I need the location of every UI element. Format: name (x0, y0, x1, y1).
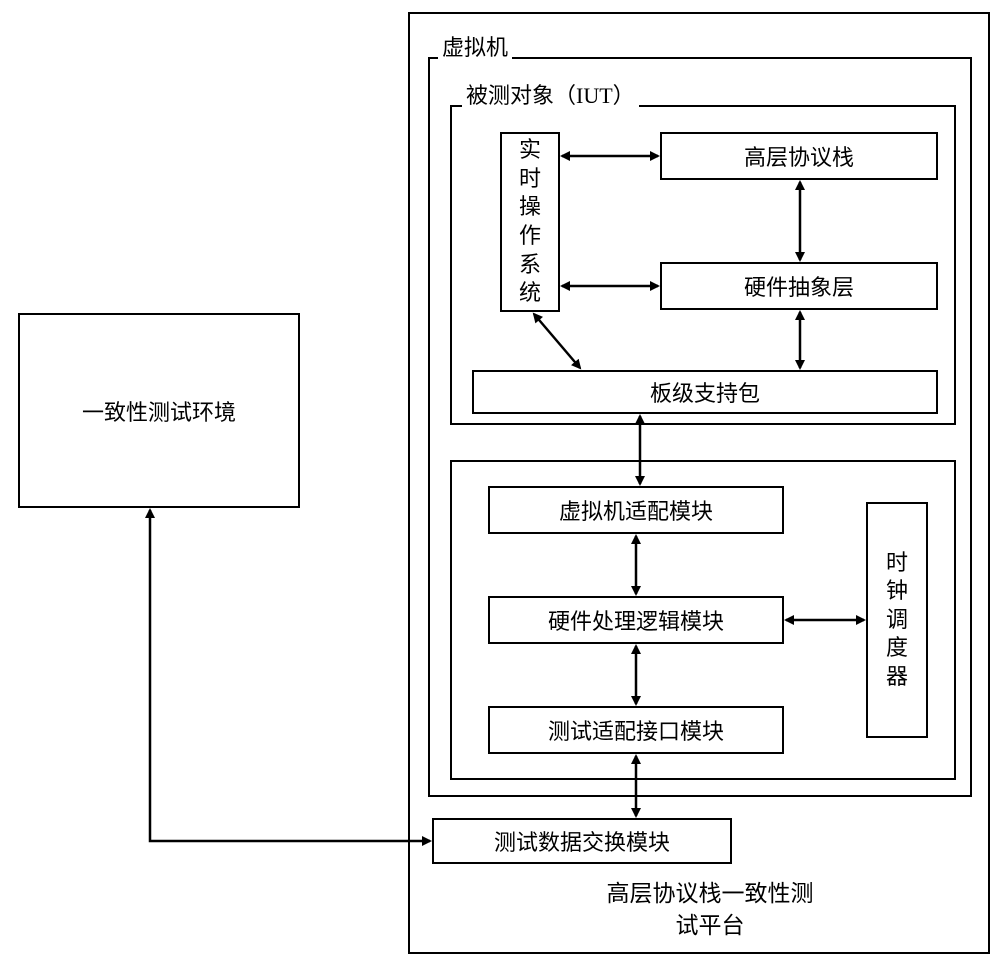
hw-logic-label: 硬件处理逻辑模块 (548, 604, 724, 636)
hal-label: 硬件抽象层 (744, 270, 854, 302)
data-exchange-box: 测试数据交换模块 (432, 818, 732, 864)
rtos-box: 实 时 操 作 系 统 (500, 132, 560, 312)
vm-adapter-label: 虚拟机适配模块 (559, 494, 713, 526)
upper-stack-label: 高层协议栈 (744, 140, 854, 172)
rtos-label: 实 时 操 作 系 统 (519, 136, 541, 308)
upper-stack-box: 高层协议栈 (660, 132, 938, 180)
iut-label: 被测对象（IUT） (462, 78, 639, 110)
clock-box: 时 钟 调 度 器 (866, 502, 928, 738)
conformance-test-env-box: 一致性测试环境 (18, 313, 300, 508)
platform-title: 高层协议栈一致性测 试平台 (560, 878, 860, 942)
test-adapter-box: 测试适配接口模块 (488, 706, 784, 754)
vm-adapter-box: 虚拟机适配模块 (488, 486, 784, 534)
test-adapter-label: 测试适配接口模块 (548, 714, 724, 746)
bsp-label: 板级支持包 (650, 376, 760, 408)
bsp-box: 板级支持包 (472, 370, 938, 414)
hal-box: 硬件抽象层 (660, 262, 938, 310)
data-exchange-label: 测试数据交换模块 (494, 825, 670, 857)
conformance-test-env-label: 一致性测试环境 (82, 395, 236, 427)
vm-label: 虚拟机 (438, 30, 512, 62)
clock-label: 时 钟 调 度 器 (886, 549, 908, 692)
hw-logic-box: 硬件处理逻辑模块 (488, 596, 784, 644)
